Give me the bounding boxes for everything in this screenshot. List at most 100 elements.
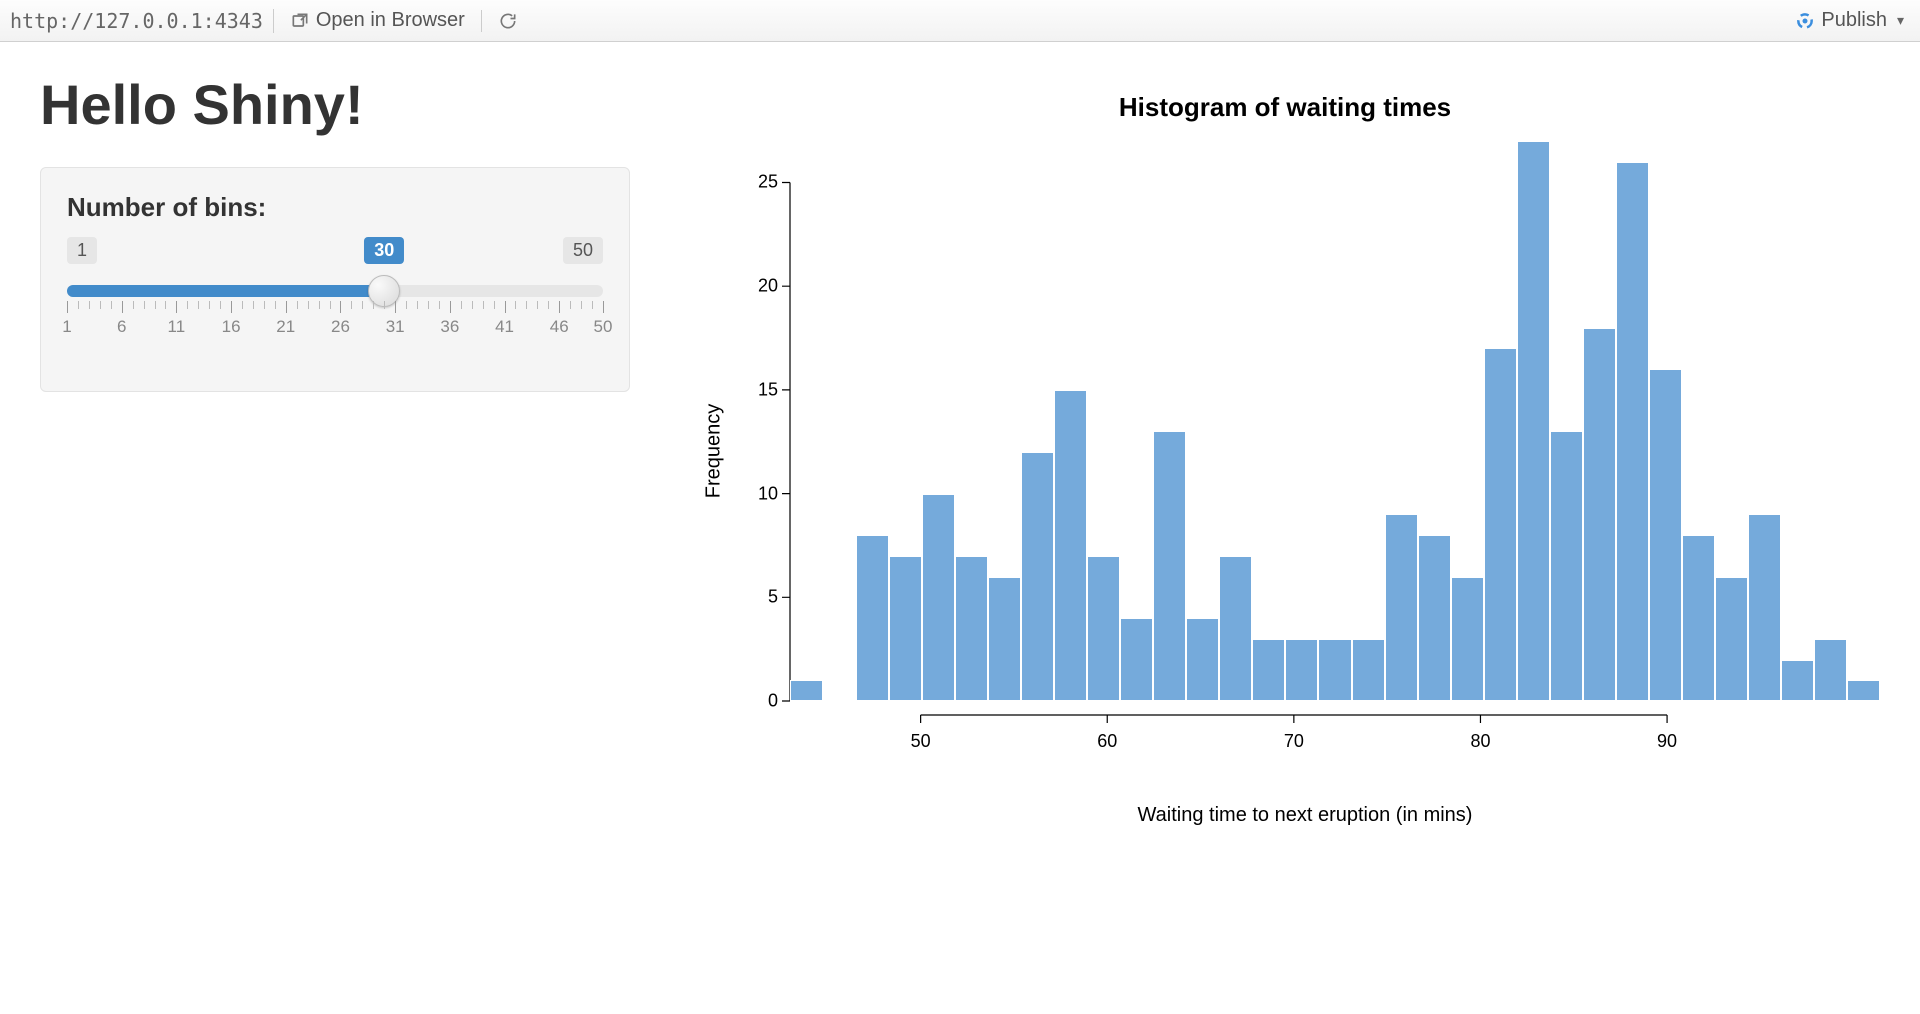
x-tick-label: 70 <box>1284 731 1304 752</box>
slider-tick <box>67 301 68 313</box>
publish-label: Publish <box>1821 9 1887 32</box>
histogram-plot: Frequency Waiting time to next eruption … <box>730 141 1880 761</box>
histogram-bar <box>1451 577 1484 701</box>
slider-tick <box>603 301 604 313</box>
histogram-bar <box>1418 535 1451 701</box>
slider-tick <box>559 301 560 313</box>
slider-tick <box>144 301 145 309</box>
sidebar-panel: Number of bins: 1 50 30 1611162126313641… <box>40 167 630 392</box>
histogram-bar <box>889 556 922 701</box>
slider-tick-label: 16 <box>222 317 241 337</box>
x-tick-label: 50 <box>911 731 931 752</box>
histogram-bar <box>922 494 955 701</box>
slider-min-badge: 1 <box>67 237 97 264</box>
y-tick-label: 20 <box>758 276 778 297</box>
histogram-bar <box>1054 390 1087 701</box>
slider-tick <box>100 301 101 309</box>
slider-tick <box>526 301 527 309</box>
histogram-bar <box>1021 452 1054 701</box>
slider-tick <box>505 301 506 313</box>
histogram-bar <box>1385 514 1418 701</box>
slider-tick <box>111 301 112 309</box>
slider-tick <box>373 301 374 309</box>
slider-tick <box>515 301 516 309</box>
slider-tick <box>319 301 320 309</box>
slider-tick <box>176 301 177 313</box>
slider-tick <box>384 301 385 309</box>
slider-tick <box>231 301 232 313</box>
chevron-down-icon: ▾ <box>1897 12 1904 29</box>
x-axis-label: Waiting time to next eruption (in mins) <box>1138 804 1473 827</box>
histogram-bar <box>1715 577 1748 701</box>
histogram-bar <box>1682 535 1715 701</box>
slider-tick <box>275 301 276 309</box>
histogram-bar <box>988 577 1021 701</box>
slider-tick <box>461 301 462 309</box>
slider-value-badge: 30 <box>364 237 404 264</box>
slider-label: Number of bins: <box>67 192 603 223</box>
histogram-bar <box>955 556 988 701</box>
slider-tick-label: 21 <box>276 317 295 337</box>
bins-slider[interactable]: 1 50 30 16111621263136414650 <box>67 237 603 357</box>
x-tick-label: 90 <box>1657 731 1677 752</box>
reload-icon <box>498 11 518 31</box>
slider-tick-label: 1 <box>62 317 71 337</box>
slider-ticks: 16111621263136414650 <box>67 301 603 341</box>
slider-tick <box>581 301 582 309</box>
page-title: Hello Shiny! <box>40 72 630 137</box>
slider-tick <box>417 301 418 309</box>
toolbar-divider <box>481 10 482 32</box>
slider-tick <box>286 301 287 313</box>
histogram-bar <box>1484 348 1517 701</box>
slider-tick <box>406 301 407 309</box>
open-in-browser-button[interactable]: Open in Browser <box>284 7 471 34</box>
histogram-bar <box>1550 431 1583 701</box>
slider-tick <box>308 301 309 309</box>
slider-tick-label: 50 <box>594 317 613 337</box>
slider-tick <box>133 301 134 309</box>
publish-button[interactable]: Publish ▾ <box>1789 7 1910 34</box>
slider-tick <box>220 301 221 309</box>
url-display[interactable]: http://127.0.0.1:4343 <box>10 9 274 33</box>
app-container: Hello Shiny! Number of bins: 1 50 30 16 1… <box>0 42 1920 791</box>
slider-tick <box>297 301 298 309</box>
slider-tick <box>198 301 199 309</box>
histogram-bar <box>1748 514 1781 701</box>
slider-tick <box>155 301 156 309</box>
slider-tick <box>187 301 188 309</box>
slider-tick <box>472 301 473 309</box>
chart-title: Histogram of waiting times <box>690 92 1880 123</box>
slider-tick-label: 11 <box>168 317 186 337</box>
slider-tick <box>253 301 254 309</box>
slider-tick-label: 36 <box>440 317 459 337</box>
slider-tick <box>592 301 593 309</box>
slider-tick <box>122 301 123 313</box>
histogram-bar <box>790 680 823 701</box>
slider-tick <box>340 301 341 313</box>
slider-tick <box>483 301 484 309</box>
slider-max-badge: 50 <box>563 237 603 264</box>
histogram-bar <box>1186 618 1219 701</box>
y-tick-label: 0 <box>768 691 778 712</box>
x-tick-label: 80 <box>1470 731 1490 752</box>
histogram-bar <box>1352 639 1385 701</box>
slider-tick <box>439 301 440 309</box>
histogram-bar <box>856 535 889 701</box>
slider-tick <box>494 301 495 309</box>
y-tick-label: 15 <box>758 379 778 400</box>
y-axis-label: Frequency <box>703 404 726 499</box>
histogram-bar <box>1847 680 1880 701</box>
slider-tick <box>548 301 549 309</box>
slider-tick-label: 31 <box>386 317 405 337</box>
slider-tick <box>428 301 429 309</box>
slider-tick <box>165 301 166 309</box>
slider-tick <box>362 301 363 309</box>
slider-tick <box>89 301 90 309</box>
viewer-toolbar: http://127.0.0.1:4343 Open in Browser <box>0 0 1920 42</box>
slider-tick <box>351 301 352 309</box>
slider-fill <box>67 285 384 297</box>
x-tick-label: 60 <box>1097 731 1117 752</box>
slider-tick <box>330 301 331 309</box>
publish-icon <box>1795 11 1815 31</box>
reload-button[interactable] <box>492 9 524 33</box>
